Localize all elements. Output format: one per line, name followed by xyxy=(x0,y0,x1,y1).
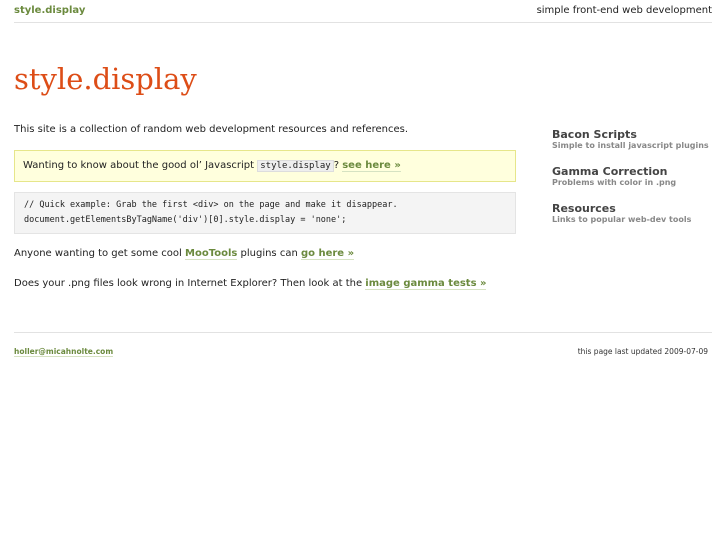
code-line: document.getElementsByTagName('div')[0].… xyxy=(24,215,347,225)
sidebar-desc: Links to popular web-dev tools xyxy=(552,215,692,224)
text: plugins can xyxy=(237,248,301,259)
footer: holler@micahnolte.com this page last upd… xyxy=(14,332,712,357)
gamma-tests-link[interactable]: image gamma tests » xyxy=(365,278,487,290)
page-title: style.display xyxy=(14,62,197,96)
sidebar-title[interactable]: Resources xyxy=(552,202,717,215)
note-box: Wanting to know about the good ol’ Javas… xyxy=(14,150,516,182)
code-example: // Quick example: Grab the first <div> o… xyxy=(14,192,516,234)
go-here-link[interactable]: go here » xyxy=(300,248,355,260)
sidebar-item-gamma-correction[interactable]: Gamma Correction Problems with color in .… xyxy=(552,165,717,188)
text: Anyone wanting to get some cool xyxy=(14,248,186,259)
see-here-link[interactable]: see here » xyxy=(342,160,401,172)
note-text: Wanting to know about the good ol’ Javas… xyxy=(23,160,258,171)
main-content: This site is a collection of random web … xyxy=(14,124,516,290)
intro-text: This site is a collection of random web … xyxy=(14,124,409,135)
email-link[interactable]: holler@micahnolte.com xyxy=(14,347,114,357)
png-text: Does your .png files look wrong in Inter… xyxy=(14,278,516,290)
sidebar-title[interactable]: Gamma Correction xyxy=(552,165,717,178)
mootools-text: Anyone wanting to get some cool MooTools… xyxy=(14,248,516,278)
sidebar-item-resources[interactable]: Resources Links to popular web-dev tools xyxy=(552,202,717,225)
sidebar-title[interactable]: Bacon Scripts xyxy=(552,128,717,141)
sidebar: Bacon Scripts Simple to install javascrip… xyxy=(552,128,717,239)
last-updated: this page last updated 2009-07-09 xyxy=(577,347,708,356)
sidebar-desc: Simple to install javascript plugins xyxy=(552,141,709,150)
sidebar-item-bacon-scripts[interactable]: Bacon Scripts Simple to install javascrip… xyxy=(552,128,717,151)
inline-code: style.display xyxy=(257,160,334,172)
mootools-link[interactable]: MooTools xyxy=(185,248,238,260)
header: style.display simple front-end web devel… xyxy=(14,0,712,23)
note-qmark: ? xyxy=(333,160,340,171)
code-line: // Quick example: Grab the first <div> o… xyxy=(24,200,398,210)
sidebar-desc: Problems with color in .png xyxy=(552,178,677,187)
tagline: simple front-end web development xyxy=(536,5,712,16)
brand-link[interactable]: style.display xyxy=(14,5,85,16)
text: Does your .png files look wrong in Inter… xyxy=(14,278,366,289)
